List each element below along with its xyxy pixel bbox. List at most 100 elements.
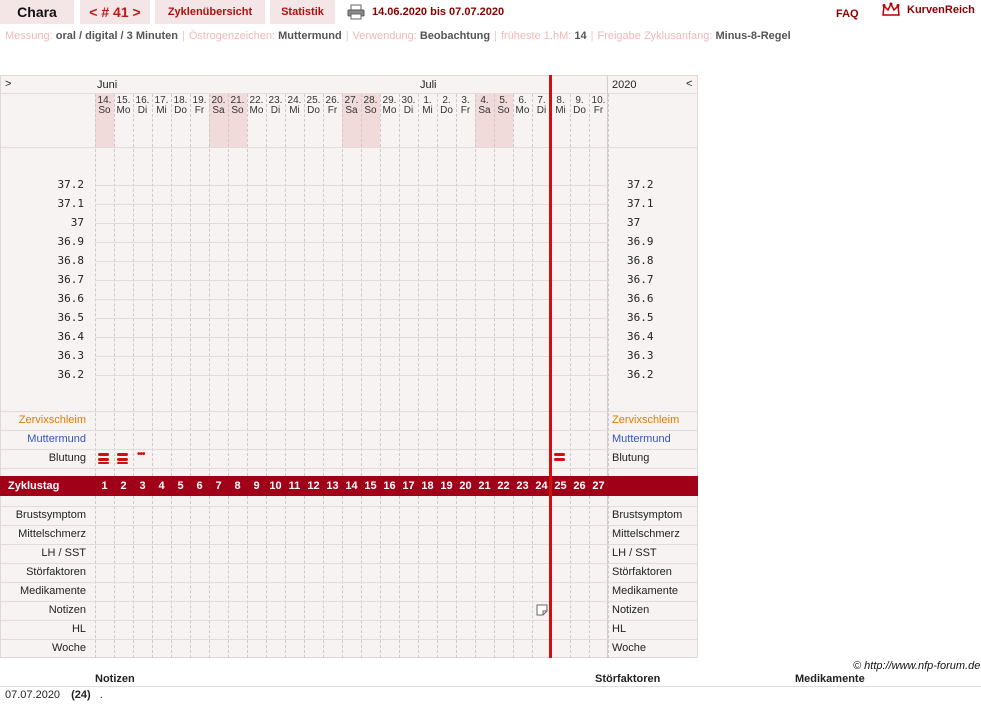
cycle-day-number[interactable]: 13: [323, 476, 342, 496]
temp-tick-right: 36.2: [627, 368, 654, 381]
grid-column-line: [209, 94, 210, 476]
cycle-day-number[interactable]: 11: [285, 476, 304, 496]
temp-gridline: [95, 337, 608, 338]
tab-statistics[interactable]: Statistik: [270, 0, 335, 24]
user-name-tab[interactable]: Chara: [0, 0, 74, 24]
cycle-day-number[interactable]: 15: [361, 476, 380, 496]
cycle-day-number[interactable]: 2: [114, 476, 133, 496]
copyright-link[interactable]: © http://www.nfp-forum.de: [853, 660, 980, 672]
cycle-day-number[interactable]: 12: [304, 476, 323, 496]
day-header: 17. Mi: [152, 96, 171, 116]
day-header: 16. Di: [133, 96, 152, 116]
row-divider: [0, 582, 698, 583]
cycle-day-number[interactable]: 7: [209, 476, 228, 496]
temp-tick-left: 36.9: [57, 235, 85, 248]
cycle-day-number[interactable]: 25: [551, 476, 570, 496]
bleeding-marker: [98, 453, 109, 456]
grid-column-line: [342, 94, 343, 476]
row-label-left: Medikamente: [19, 585, 86, 597]
row-label-left: LH / SST: [41, 547, 86, 559]
temp-gridline: [95, 261, 608, 262]
day-header: 1. Mi: [418, 96, 437, 116]
temp-gridline: [95, 299, 608, 300]
month-label: Juli: [420, 79, 437, 91]
measurement-label: Messung:: [5, 30, 53, 42]
printer-icon[interactable]: [347, 4, 365, 20]
temp-gridline: [95, 242, 608, 243]
cycle-day-number[interactable]: 27: [589, 476, 608, 496]
cycle-day-number[interactable]: 14: [342, 476, 361, 496]
cycle-day-number[interactable]: 17: [399, 476, 418, 496]
tab-cycle-overview[interactable]: Zyklenübersicht: [155, 0, 265, 24]
grid-column-line: [532, 94, 533, 476]
temp-tick-left: 36.2: [57, 368, 85, 381]
cycle-day-number[interactable]: 20: [456, 476, 475, 496]
grid-column-line: [475, 496, 476, 658]
cycle-day-number[interactable]: 21: [475, 476, 494, 496]
cycle-day-number[interactable]: 1: [95, 476, 114, 496]
grid-column-line: [418, 496, 419, 658]
day-weekday: Mi: [422, 105, 433, 116]
cycle-day-number[interactable]: 10: [266, 476, 285, 496]
grid-column-line: [418, 94, 419, 476]
cycle-day-number[interactable]: 26: [570, 476, 589, 496]
grid-column-line: [247, 496, 248, 658]
row-divider: [0, 525, 698, 526]
cycle-day-number[interactable]: 3: [133, 476, 152, 496]
day-weekday: So: [231, 105, 244, 116]
temp-tick-left: 36.5: [57, 311, 85, 324]
cycle-day-number[interactable]: 4: [152, 476, 171, 496]
faq-link[interactable]: FAQ: [836, 8, 859, 20]
cycle-day-number[interactable]: 8: [228, 476, 247, 496]
day-header: 20. Sa: [209, 96, 228, 116]
row-divider: [0, 468, 698, 469]
cycle-day-number[interactable]: 5: [171, 476, 190, 496]
note-text: .: [99, 689, 103, 701]
chart-nav-forward[interactable]: <: [686, 78, 692, 90]
temp-gridline: [95, 280, 608, 281]
day-weekday: Do: [573, 105, 586, 116]
cycle-day-number[interactable]: 9: [247, 476, 266, 496]
grid-column-line: [380, 496, 381, 658]
cycle-day-number[interactable]: 19: [437, 476, 456, 496]
day-header: 10. Fr: [589, 96, 608, 116]
row-divider: [0, 639, 698, 640]
day-weekday: Do: [440, 105, 453, 116]
cycle-day-number[interactable]: 16: [380, 476, 399, 496]
day-header: 8. Mi: [551, 96, 570, 116]
day-header: 4. Sa: [475, 96, 494, 116]
cycle-day-number[interactable]: 23: [513, 476, 532, 496]
temp-tick-right: 36.9: [627, 235, 654, 248]
day-header: 2. Do: [437, 96, 456, 116]
grid-column-line: [513, 496, 514, 658]
grid-column-line: [608, 94, 609, 476]
temp-gridline: [95, 375, 608, 376]
cycle-day-number[interactable]: 18: [418, 476, 437, 496]
chart-nav-back[interactable]: >: [5, 78, 11, 90]
logo-text[interactable]: KurvenReich: [907, 4, 975, 16]
grid-column-line: [209, 496, 210, 658]
note-cycle-day: (24): [71, 689, 91, 701]
grid-column-line: [152, 496, 153, 658]
day-header: 5. So: [494, 96, 513, 116]
cycle-day-number[interactable]: 22: [494, 476, 513, 496]
cycle-day-number[interactable]: 6: [190, 476, 209, 496]
day-weekday: Sa: [212, 105, 225, 116]
day-header: 30. Di: [399, 96, 418, 116]
row-label-right: Woche: [612, 642, 647, 654]
temp-gridline: [95, 204, 608, 205]
note-date: 07.07.2020: [5, 689, 61, 701]
grid-column-line: [190, 94, 191, 476]
settings-info-line: Messung: oral / digital / 3 Minuten | Östr…: [5, 30, 791, 42]
grid-column-line: [323, 94, 324, 476]
grid-column-line: [437, 496, 438, 658]
cycle-navigator[interactable]: < # 41 >: [80, 0, 150, 24]
note-icon[interactable]: [536, 604, 548, 616]
row-label-left: Notizen: [48, 604, 86, 616]
row-divider: [0, 411, 698, 412]
usage-value: Beobachtung: [419, 30, 491, 42]
grid-column-line: [380, 94, 381, 476]
notes-header: Notizen: [95, 673, 135, 685]
grid-column-line: [171, 496, 172, 658]
temp-tick-left: 37.2: [57, 178, 85, 191]
